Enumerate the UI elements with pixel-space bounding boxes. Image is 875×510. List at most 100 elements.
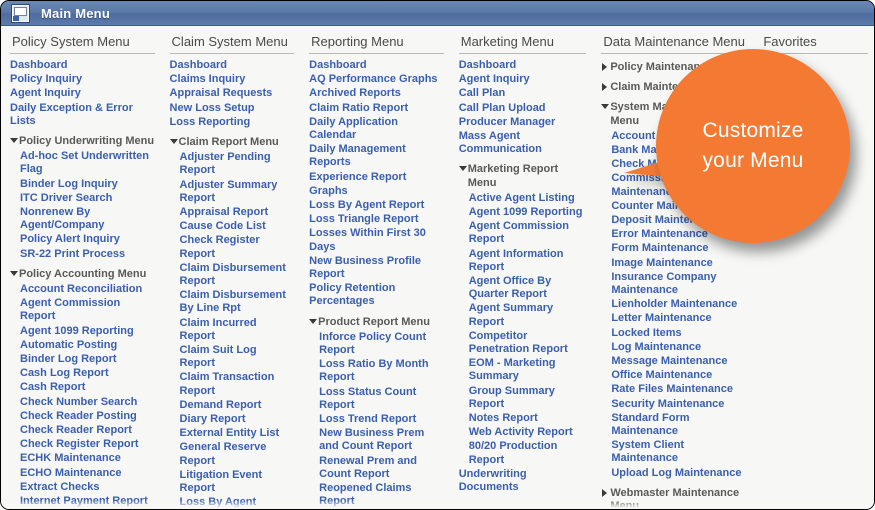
menu-item[interactable]: Call Plan Upload — [459, 102, 587, 115]
menu-item[interactable]: Reopened Claims Report — [319, 482, 444, 508]
menu-item[interactable]: Diary Report — [180, 413, 295, 426]
menu-item[interactable]: Agent Inquiry — [459, 73, 587, 86]
menu-item[interactable]: Message Maintenance — [611, 355, 746, 368]
menu-item[interactable]: Inforce Policy Count Report — [319, 331, 444, 357]
menu-item[interactable]: New Business Profile Report — [309, 255, 444, 281]
menu-item[interactable]: Check Register Report — [20, 438, 155, 451]
menu-group-toggle[interactable]: Policy Underwriting Menu — [10, 135, 155, 148]
menu-item[interactable]: 80/20 Production Report — [469, 440, 587, 466]
menu-item[interactable]: Competitor Penetration Report — [469, 330, 587, 356]
menu-item[interactable]: Policy Retention Percentages — [309, 282, 444, 308]
menu-item[interactable]: External Entity List — [180, 427, 295, 440]
menu-item[interactable]: Loss Reporting — [170, 116, 295, 129]
menu-item[interactable]: New Loss Setup — [170, 102, 295, 115]
menu-group-toggle[interactable]: Claim Report Menu — [169, 136, 295, 149]
menu-item[interactable]: Account Reconciliation — [20, 283, 155, 296]
menu-item[interactable]: Agent Office By Quarter Report — [469, 275, 587, 301]
menu-item[interactable]: Nonrenew By Agent/Company — [20, 206, 155, 232]
menu-item[interactable]: Locked Items — [611, 327, 746, 340]
menu-item[interactable]: Archived Reports — [309, 87, 444, 100]
menu-item[interactable]: Claim Disbursement By Line Rpt — [180, 289, 295, 315]
menu-item[interactable]: Internet Payment Report — [20, 495, 155, 508]
menu-item[interactable]: Notes Report — [469, 412, 587, 425]
menu-item[interactable]: Loss Triangle Report — [309, 213, 444, 226]
menu-item[interactable]: Check Reader Report — [20, 424, 155, 437]
menu-item[interactable]: System Client Maintenance — [611, 439, 746, 465]
menu-item[interactable]: Policy Alert Inquiry — [20, 233, 155, 246]
menu-item[interactable]: Check Register Report — [180, 234, 295, 260]
menu-item[interactable]: Adjuster Pending Report — [180, 151, 295, 177]
menu-item[interactable]: Security Maintenance — [611, 398, 746, 411]
menu-group-toggle[interactable]: Marketing Report Menu — [458, 163, 587, 189]
menu-item[interactable]: Graphs — [309, 185, 444, 198]
menu-item[interactable]: Check Number Search — [20, 396, 155, 409]
menu-item[interactable]: Cash Log Report — [20, 367, 155, 380]
menu-item[interactable]: Cause Code List — [180, 220, 295, 233]
menu-item[interactable]: Cash Report — [20, 381, 155, 394]
menu-item[interactable]: Claim Disbursement Report — [180, 262, 295, 288]
menu-item[interactable]: Losses Within First 30 Days — [309, 227, 444, 253]
menu-item[interactable]: Agent 1099 Reporting — [469, 206, 587, 219]
menu-item[interactable]: Binder Log Inquiry — [20, 178, 155, 191]
menu-item[interactable]: Appraisal Requests — [170, 87, 295, 100]
menu-item[interactable]: ECHO Maintenance — [20, 467, 155, 480]
menu-item[interactable]: Loss By Agent Report — [180, 496, 295, 509]
menu-item[interactable]: Underwriting Documents — [459, 468, 587, 494]
menu-item[interactable]: Insurance Company Maintenance — [611, 271, 746, 297]
menu-item[interactable]: Office Maintenance — [611, 369, 746, 382]
menu-item[interactable]: EOM - Marketing Summary — [469, 357, 587, 383]
menu-item[interactable]: Experience Report — [309, 171, 444, 184]
menu-item[interactable]: Rate Files Maintenance — [611, 383, 746, 396]
menu-item[interactable]: Claim Transaction Report — [180, 371, 295, 397]
menu-item[interactable]: Daily Management Reports — [309, 143, 444, 169]
menu-item[interactable]: Litigation Event Report — [180, 469, 295, 495]
menu-item[interactable]: Active Agent Listing — [469, 192, 587, 205]
menu-item[interactable]: Claim Incurred Report — [180, 317, 295, 343]
menu-item[interactable]: Agent Commission Report — [469, 220, 587, 246]
menu-item[interactable]: Automatic Posting — [20, 339, 155, 352]
menu-item[interactable]: Daily Application Calendar — [309, 116, 444, 142]
menu-item[interactable]: Dashboard — [459, 59, 587, 72]
menu-item[interactable]: Dashboard — [10, 59, 155, 72]
menu-item[interactable]: Agent 1099 Reporting — [20, 325, 155, 338]
menu-item[interactable]: Claim Ratio Report — [309, 102, 444, 115]
menu-item[interactable]: SR-22 Print Process — [20, 248, 155, 261]
menu-item[interactable]: Letter Maintenance — [611, 312, 746, 325]
menu-item[interactable]: Claims Inquiry — [170, 73, 295, 86]
menu-item[interactable]: Agent Summary Report — [469, 302, 587, 328]
menu-item[interactable]: New Business Prem and Count Report — [319, 427, 444, 453]
menu-item[interactable]: Image Maintenance — [611, 257, 746, 270]
menu-item[interactable]: Dashboard — [170, 59, 295, 72]
menu-item[interactable]: Claim Suit Log Report — [180, 344, 295, 370]
menu-item[interactable]: Form Maintenance — [611, 242, 746, 255]
menu-item[interactable]: Mass Agent Communication — [459, 130, 587, 156]
menu-item[interactable]: ITC Driver Search — [20, 192, 155, 205]
menu-item[interactable]: Appraisal Report — [180, 206, 295, 219]
menu-item[interactable]: Agent Inquiry — [10, 87, 155, 100]
menu-item[interactable]: Loss Ratio By Month Report — [319, 358, 444, 384]
menu-item[interactable]: Adjuster Summary Report — [180, 179, 295, 205]
menu-item[interactable]: Standard Form Maintenance — [611, 412, 746, 438]
menu-item[interactable]: Web Activity Report — [469, 426, 587, 439]
menu-item[interactable]: Ad-hoc Set Underwritten Flag — [20, 150, 155, 176]
menu-item[interactable]: Demand Report — [180, 399, 295, 412]
menu-item[interactable]: Log Maintenance — [611, 341, 746, 354]
menu-group-toggle[interactable]: Policy Accounting Menu — [10, 268, 155, 281]
menu-item[interactable]: Loss Status Count Report — [319, 386, 444, 412]
menu-item[interactable]: Agent Information Report — [469, 248, 587, 274]
menu-group-toggle[interactable]: Webmaster Maintenance Menu — [601, 487, 746, 509]
menu-item[interactable]: Dashboard — [309, 59, 444, 72]
menu-item[interactable]: Renewal Prem and Count Report — [319, 455, 444, 481]
menu-item[interactable]: AQ Performance Graphs — [309, 73, 444, 86]
menu-item[interactable]: Check Reader Posting — [20, 410, 155, 423]
menu-item[interactable]: Binder Log Report — [20, 353, 155, 366]
menu-item[interactable]: Loss Trend Report — [319, 413, 444, 426]
menu-item[interactable]: Group Summary Report — [469, 385, 587, 411]
menu-item[interactable]: Agent Commission Report — [20, 297, 155, 323]
menu-item[interactable]: Producer Manager — [459, 116, 587, 129]
menu-group-toggle[interactable]: Product Report Menu — [309, 316, 444, 329]
menu-item[interactable]: General Reserve Report — [180, 441, 295, 467]
menu-item[interactable]: Call Plan — [459, 87, 587, 100]
menu-item[interactable]: Lienholder Maintenance — [611, 298, 746, 311]
menu-item[interactable]: ECHK Maintenance — [20, 452, 155, 465]
